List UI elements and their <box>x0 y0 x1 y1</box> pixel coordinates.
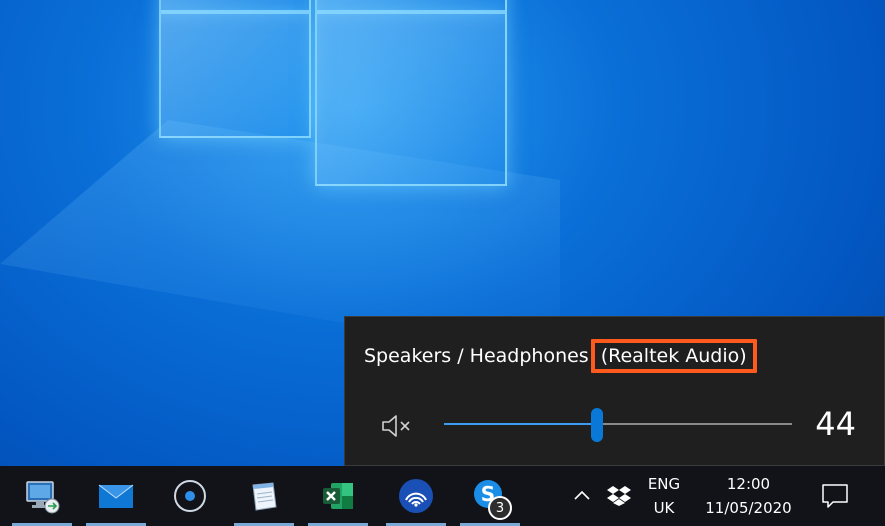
clock-time: 12:00 <box>726 475 771 493</box>
taskbar-app-network[interactable] <box>386 466 446 526</box>
taskbar-app-cortana[interactable] <box>160 466 220 526</box>
network-app-icon <box>399 479 433 513</box>
taskbar-app-remote-desktop[interactable] <box>12 466 72 526</box>
taskbar-app-mail[interactable] <box>86 466 146 526</box>
dropbox-icon[interactable] <box>607 484 631 506</box>
clock-date: 11/05/2020 <box>705 499 792 517</box>
slider-fill <box>444 423 597 425</box>
clock[interactable]: 12:00 11/05/2020 <box>696 475 801 517</box>
device-highlight: (Realtek Audio) <box>590 339 757 373</box>
speaker-muted-icon[interactable] <box>381 413 417 439</box>
logo-pane <box>159 0 311 12</box>
action-center-icon[interactable] <box>820 482 850 510</box>
volume-value: 44 <box>815 405 856 443</box>
taskbar: S 3 ENG UK 12:00 11/05/2020 <box>0 466 885 526</box>
volume-flyout: Speakers / Headphones (Realtek Audio) 44 <box>344 316 885 466</box>
windows-logo <box>155 0 510 190</box>
excel-icon <box>323 483 353 509</box>
cortana-icon <box>174 480 206 512</box>
logo-pane <box>315 0 507 12</box>
slider-thumb[interactable] <box>591 408 603 442</box>
audio-device-label[interactable]: Speakers / Headphones (Realtek Audio) <box>364 339 757 373</box>
taskbar-app-notepad[interactable] <box>234 466 294 526</box>
taskbar-app-excel[interactable] <box>308 466 368 526</box>
remote-desktop-icon <box>26 481 60 514</box>
volume-slider[interactable] <box>444 405 792 445</box>
language-code: ENG <box>647 475 681 493</box>
mail-icon <box>98 484 134 508</box>
chevron-up-icon[interactable] <box>572 488 592 502</box>
notification-badge: 3 <box>488 496 512 520</box>
language-region: UK <box>653 499 675 517</box>
device-name-text: Speakers / Headphones <box>364 345 589 367</box>
notepad-icon <box>252 482 277 511</box>
language-indicator[interactable]: ENG UK <box>640 475 688 517</box>
logo-pane <box>159 12 311 138</box>
taskbar-app-skype[interactable]: S 3 <box>460 466 520 526</box>
logo-pane <box>315 12 507 186</box>
